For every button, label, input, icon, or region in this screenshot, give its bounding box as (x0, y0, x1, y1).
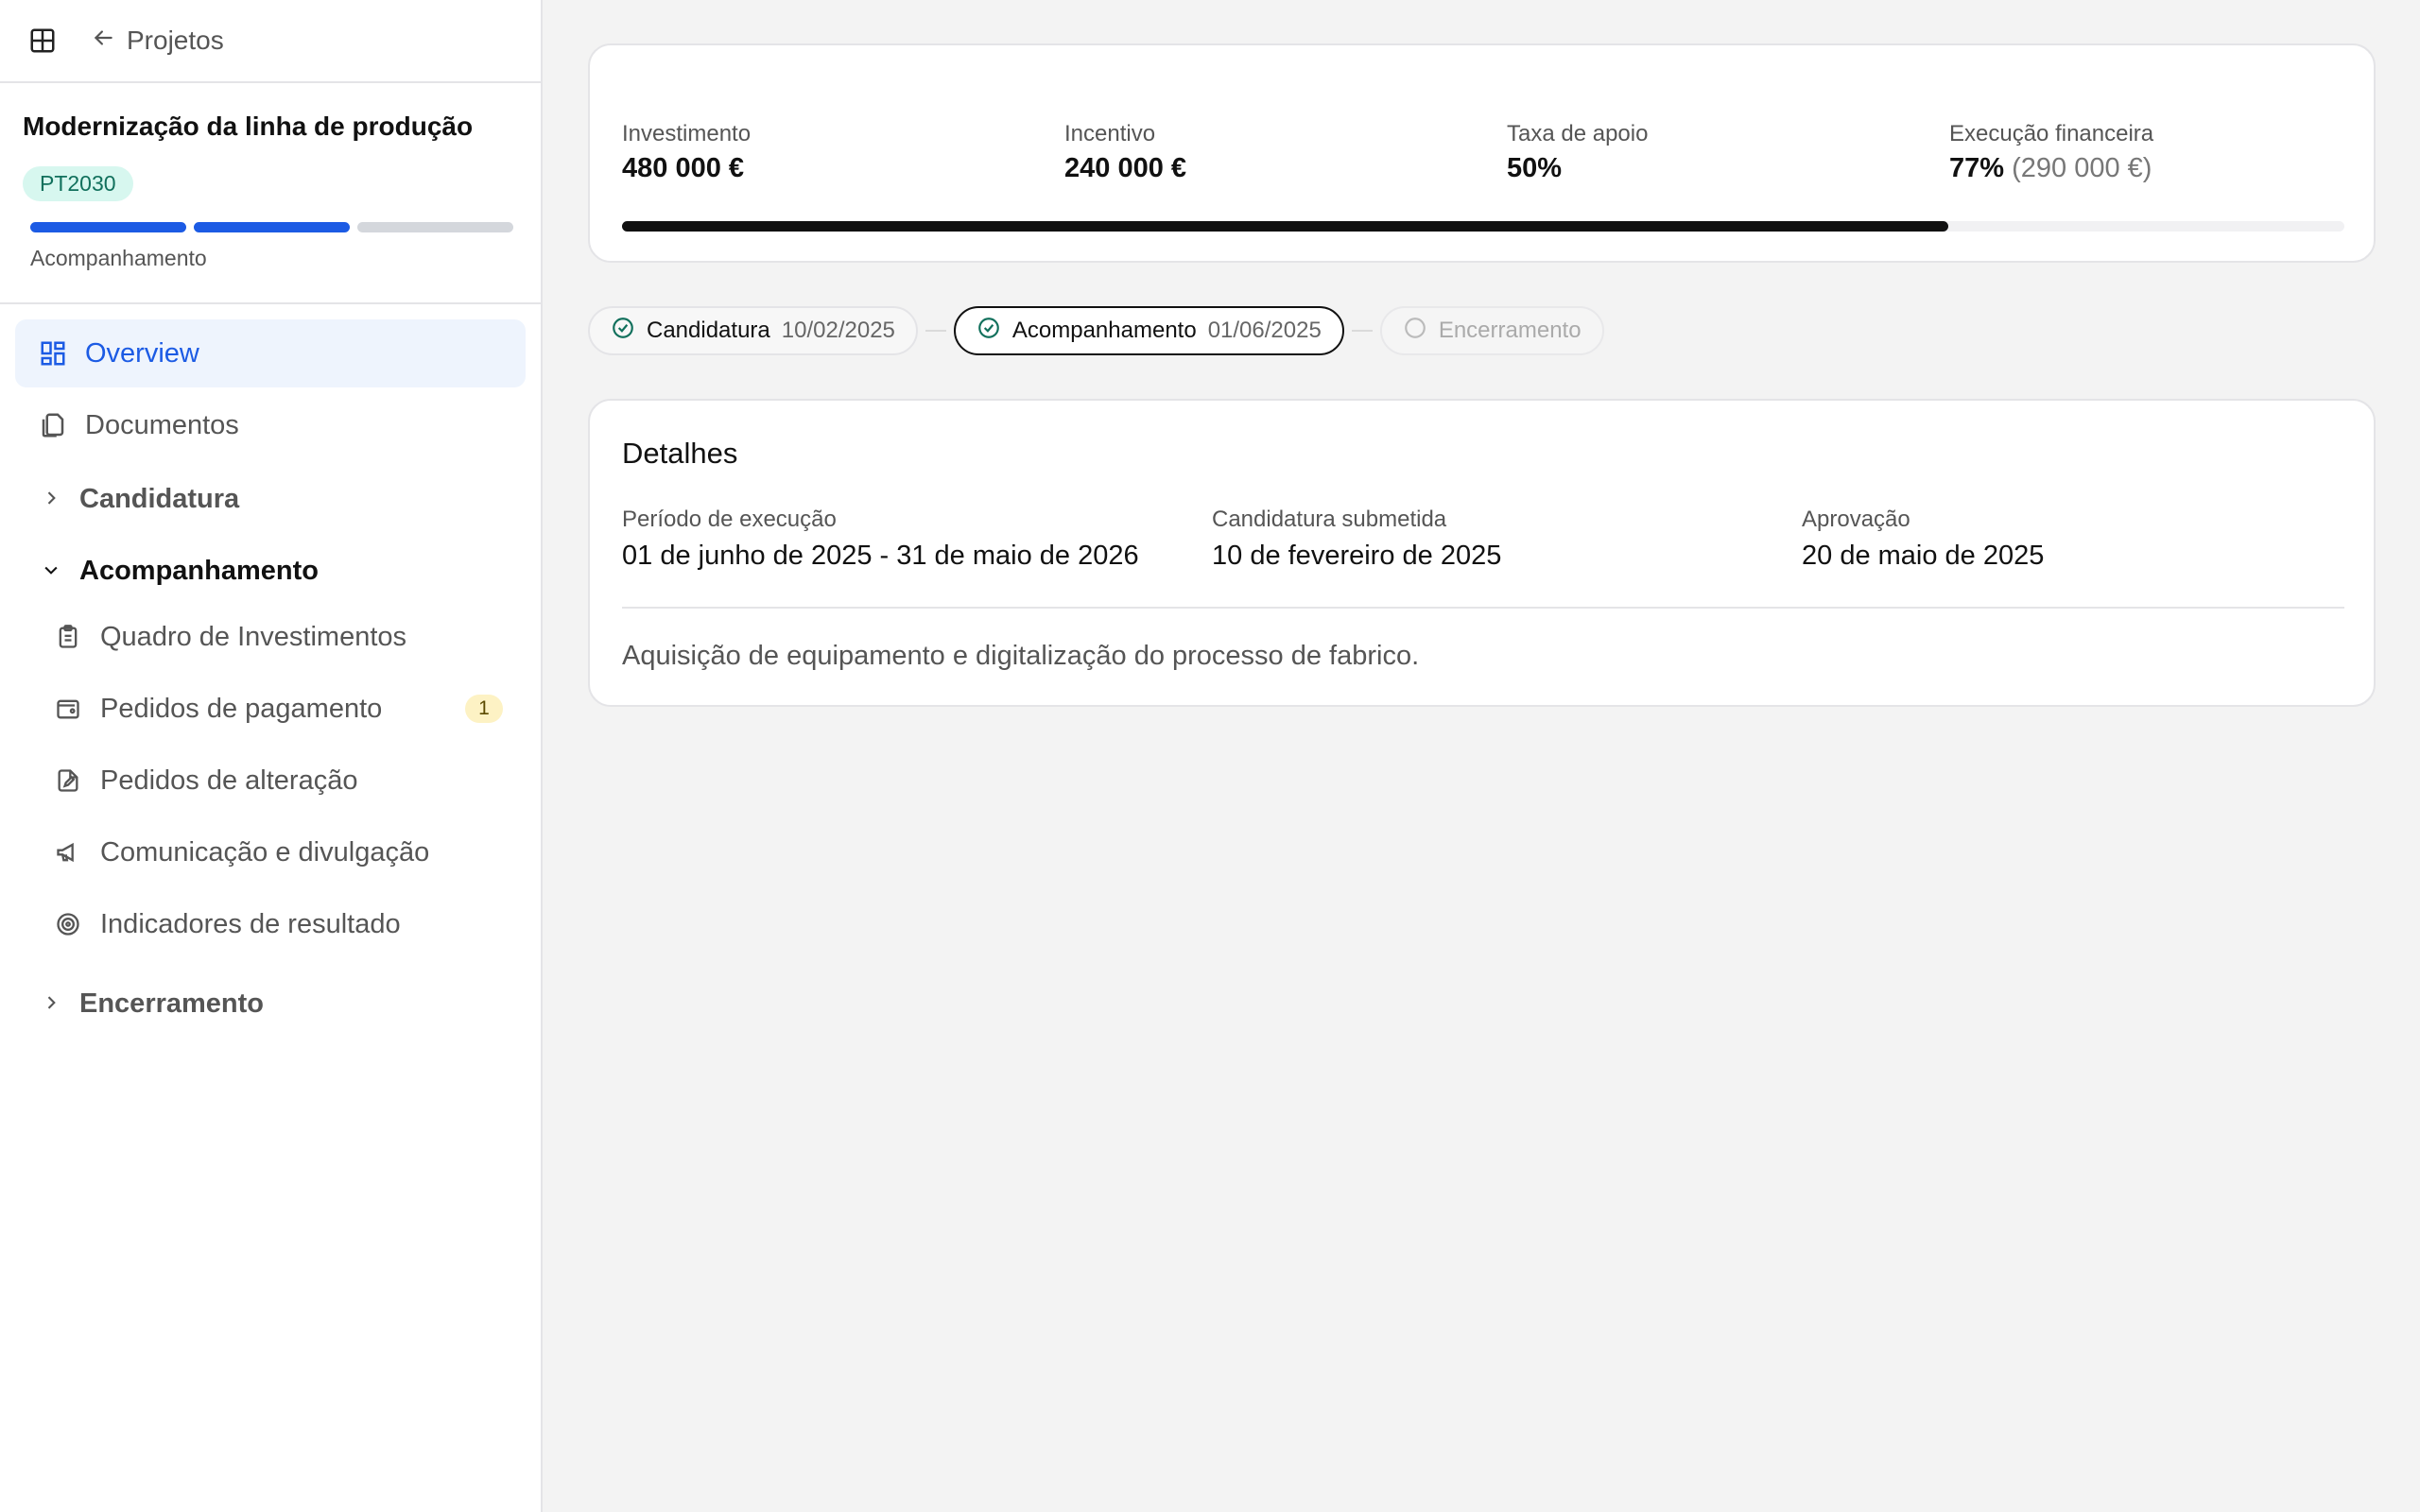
sidebar-item-overview[interactable]: Overview (15, 319, 526, 387)
detail-aprovacao: Aprovação 20 de maio de 2025 (1802, 507, 2044, 572)
sidebar-item-documents[interactable]: Documentos (15, 391, 526, 459)
sidebar-item-label: Documentos (85, 409, 239, 440)
metric-value: 77% (290 000 €) (1949, 153, 2153, 184)
metrics-card: Investimento 480 000 € Incentivo 240 000… (588, 43, 2376, 263)
step-connector (925, 330, 946, 332)
section-label: Candidatura (79, 483, 240, 514)
step-candidatura[interactable]: Candidatura 10/02/2025 (588, 306, 918, 355)
sidebar-topbar: Projetos (0, 0, 541, 83)
phase-label: Acompanhamento (30, 246, 207, 270)
grid-icon[interactable] (26, 25, 59, 57)
detail-periodo: Período de execução 01 de junho de 2025 … (622, 507, 1139, 572)
execution-progress-bar (622, 221, 2344, 232)
sidebar-item-label: Comunicação e divulgação (100, 836, 430, 868)
wallet-icon (53, 694, 83, 724)
back-label: Projetos (127, 26, 224, 55)
execution-progress-fill (622, 221, 1948, 232)
step-label: Encerramento (1438, 318, 1582, 343)
details-card: Detalhes Período de execução 01 de junho… (588, 399, 2376, 707)
count-badge: 1 (465, 695, 503, 723)
section-toggle-acompanhamento[interactable]: Acompanhamento (15, 541, 526, 601)
metric-investimento: Investimento 480 000 € (622, 121, 751, 184)
program-tag: PT2030 (23, 166, 133, 201)
sidebar-item-label: Pedidos de alteração (100, 765, 358, 796)
project-title: Modernização da linha de produção (23, 112, 474, 141)
sidebar-item-quadro-investimentos[interactable]: Quadro de Investimentos (15, 601, 526, 673)
phase-stepper: Candidatura 10/02/2025 Acompanhamento 01… (588, 306, 1604, 355)
megaphone-icon (53, 837, 83, 868)
step-connector (1351, 330, 1373, 332)
metric-amount: (290 000 €) (2012, 153, 2152, 183)
check-circle-icon (977, 316, 1001, 347)
sidebar-item-pedidos-alteracao[interactable]: Pedidos de alteração (15, 745, 526, 816)
section-toggle-candidatura[interactable]: Candidatura (15, 465, 526, 533)
detail-label: Período de execução (622, 507, 837, 532)
phase-progress (23, 222, 518, 232)
sidebar-item-pedidos-pagamento[interactable]: Pedidos de pagamento 1 (15, 673, 526, 745)
metric-percent: 77% (1949, 153, 2005, 183)
detail-candidatura-submetida: Candidatura submetida 10 de fevereiro de… (1212, 507, 1501, 572)
back-to-projects-link[interactable]: Projetos (91, 26, 224, 57)
metric-label: Incentivo (1064, 121, 1156, 146)
target-icon (53, 909, 83, 939)
sidebar-item-indicadores[interactable]: Indicadores de resultado (15, 888, 526, 960)
clipboard-icon (53, 622, 83, 652)
chevron-down-icon (42, 556, 60, 587)
details-title: Detalhes (622, 437, 738, 470)
metric-label: Execução financeira (1949, 121, 2154, 146)
chevron-right-icon (42, 484, 60, 515)
step-acompanhamento[interactable]: Acompanhamento 01/06/2025 (953, 306, 1344, 355)
detail-label: Aprovação (1802, 507, 1910, 532)
section-label: Encerramento (79, 988, 265, 1019)
metric-label: Investimento (622, 121, 752, 146)
dashboard-icon (38, 338, 68, 369)
step-date: 10/02/2025 (781, 318, 895, 343)
metric-taxa-apoio: Taxa de apoio 50% (1507, 121, 1648, 184)
step-date: 01/06/2025 (1207, 318, 1322, 343)
sidebar: Projetos Modernização da linha de produç… (0, 0, 543, 1512)
step-label: Candidatura (647, 318, 770, 343)
step-label: Acompanhamento (1011, 318, 1197, 343)
empty-circle-icon (1403, 316, 1427, 347)
sidebar-item-label: Overview (85, 337, 199, 369)
detail-value: 01 de junho de 2025 - 31 de maio de 2026 (622, 541, 1139, 571)
project-description: Aquisição de equipamento e digitalização… (622, 641, 1420, 671)
metric-label: Taxa de apoio (1507, 121, 1649, 146)
section-label: Acompanhamento (79, 555, 319, 586)
sidebar-nav: Overview Documentos Candidatura Acompanh… (0, 304, 541, 1038)
detail-label: Candidatura submetida (1212, 507, 1447, 532)
phase-segment (357, 222, 513, 232)
detail-value: 10 de fevereiro de 2025 (1212, 541, 1502, 571)
divider (622, 607, 2344, 609)
documents-icon (38, 410, 68, 440)
file-edit-icon (53, 765, 83, 796)
phase-segment (194, 222, 350, 232)
metric-value: 50% (1507, 153, 1563, 183)
step-encerramento[interactable]: Encerramento (1379, 306, 1604, 355)
metric-incentivo: Incentivo 240 000 € (1064, 121, 1186, 184)
phase-segment (30, 222, 186, 232)
metric-value: 240 000 € (1064, 153, 1187, 183)
sidebar-item-label: Quadro de Investimentos (100, 621, 407, 652)
sidebar-item-label: Pedidos de pagamento (100, 693, 383, 724)
sidebar-item-comunicacao[interactable]: Comunicação e divulgação (15, 816, 526, 888)
chevron-right-icon (42, 988, 60, 1020)
metric-value: 480 000 € (622, 153, 745, 183)
check-circle-icon (611, 316, 635, 347)
metric-execucao-financeira: Execução financeira 77% (290 000 €) (1949, 121, 2153, 184)
detail-value: 20 de maio de 2025 (1802, 541, 2045, 571)
project-header: Modernização da linha de produção PT2030… (0, 83, 541, 304)
sidebar-item-label: Indicadores de resultado (100, 908, 401, 939)
arrow-left-icon (91, 26, 115, 57)
section-toggle-encerramento[interactable]: Encerramento (15, 970, 526, 1038)
